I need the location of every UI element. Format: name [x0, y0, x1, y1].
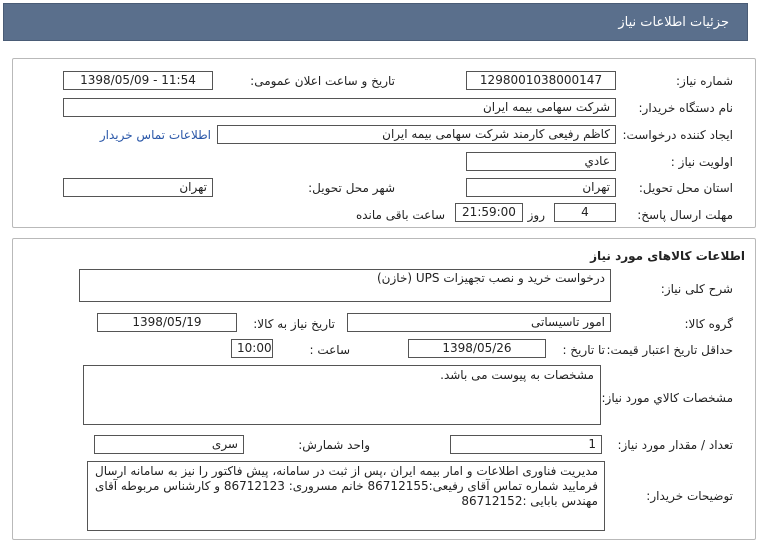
announce-datetime-field: 1398/05/09 - 11:54: [63, 71, 213, 90]
goods-group-field: امور تاسیساتی: [347, 313, 611, 332]
summary-field: درخواست خرید و نصب تجهیزات UPS (خازن): [79, 269, 611, 302]
time-suffix-label: ساعت باقی مانده: [355, 208, 445, 222]
page-title: جزئيات اطلاعات نیاز: [618, 15, 729, 30]
goods-group-label: گروه کالا:: [684, 317, 734, 331]
goods-info-panel: اطلاعات کالاهای مورد نیاز شرح کلی نیاز: …: [12, 238, 756, 540]
need-number-field: 1298001038000147: [466, 71, 616, 90]
creator-field: کاظم رفیعی کارمند شرکت سهامی بیمه ایران: [217, 125, 616, 144]
hour-field: 10:00: [231, 339, 273, 358]
buyer-description-field: مدیریت فناوری اطلاعات و امار بیمه ایران …: [87, 461, 605, 531]
announce-datetime-label: تاریخ و ساعت اعلان عمومی:: [250, 74, 395, 88]
unit-label: واحد شمارش:: [298, 438, 370, 452]
province-field: تهران: [466, 178, 616, 197]
price-validity-label: حداقل تاریخ اعتبار قیمت:: [606, 343, 733, 357]
city-label: شهر محل تحویل:: [308, 181, 395, 195]
need-info-panel: شماره نیاز: 1298001038000147 تاریخ و ساع…: [12, 58, 756, 228]
goods-section-title: اطلاعات کالاهای مورد نیاز: [590, 249, 745, 263]
quantity-field: 1: [450, 435, 602, 454]
priority-label: اولویت نیاز :: [670, 155, 733, 169]
creator-label: ایجاد کننده درخواست:: [622, 128, 733, 142]
province-label: استان محل تحویل:: [638, 181, 733, 195]
quantity-label: تعداد / مقدار مورد نیاز:: [617, 438, 733, 452]
page-header: جزئيات اطلاعات نیاز: [3, 3, 748, 41]
deadline-label: مهلت ارسال پاسخ:: [637, 208, 733, 222]
days-remaining-field: 4: [554, 203, 616, 222]
until-date-label: تا تاریخ :: [562, 343, 605, 357]
spec-field: مشخصات به پیوست می باشد.: [83, 365, 601, 425]
buyer-org-field: شرکت سهامی بیمه ایران: [63, 98, 616, 117]
need-date-field: 1398/05/19: [97, 313, 237, 332]
buyer-org-label: نام دستگاه خریدار:: [638, 101, 734, 115]
city-field: تهران: [63, 178, 213, 197]
spec-label: مشخصات کالاي مورد نیاز:: [601, 391, 733, 405]
buyer-contact-link[interactable]: اطلاعات تماس خریدار: [100, 128, 211, 142]
buyer-description-label: توضیحات خریدار:: [646, 489, 733, 503]
need-number-label: شماره نیاز:: [676, 74, 733, 88]
need-date-label: تاریخ نیاز به کالا:: [253, 317, 335, 331]
until-date-field: 1398/05/26: [408, 339, 546, 358]
unit-field: سری: [94, 435, 244, 454]
priority-field: عادي: [466, 152, 616, 171]
summary-label: شرح کلی نیاز:: [660, 282, 733, 296]
time-remaining-field: 21:59:00: [455, 203, 523, 222]
hour-label: ساعت :: [309, 343, 350, 357]
